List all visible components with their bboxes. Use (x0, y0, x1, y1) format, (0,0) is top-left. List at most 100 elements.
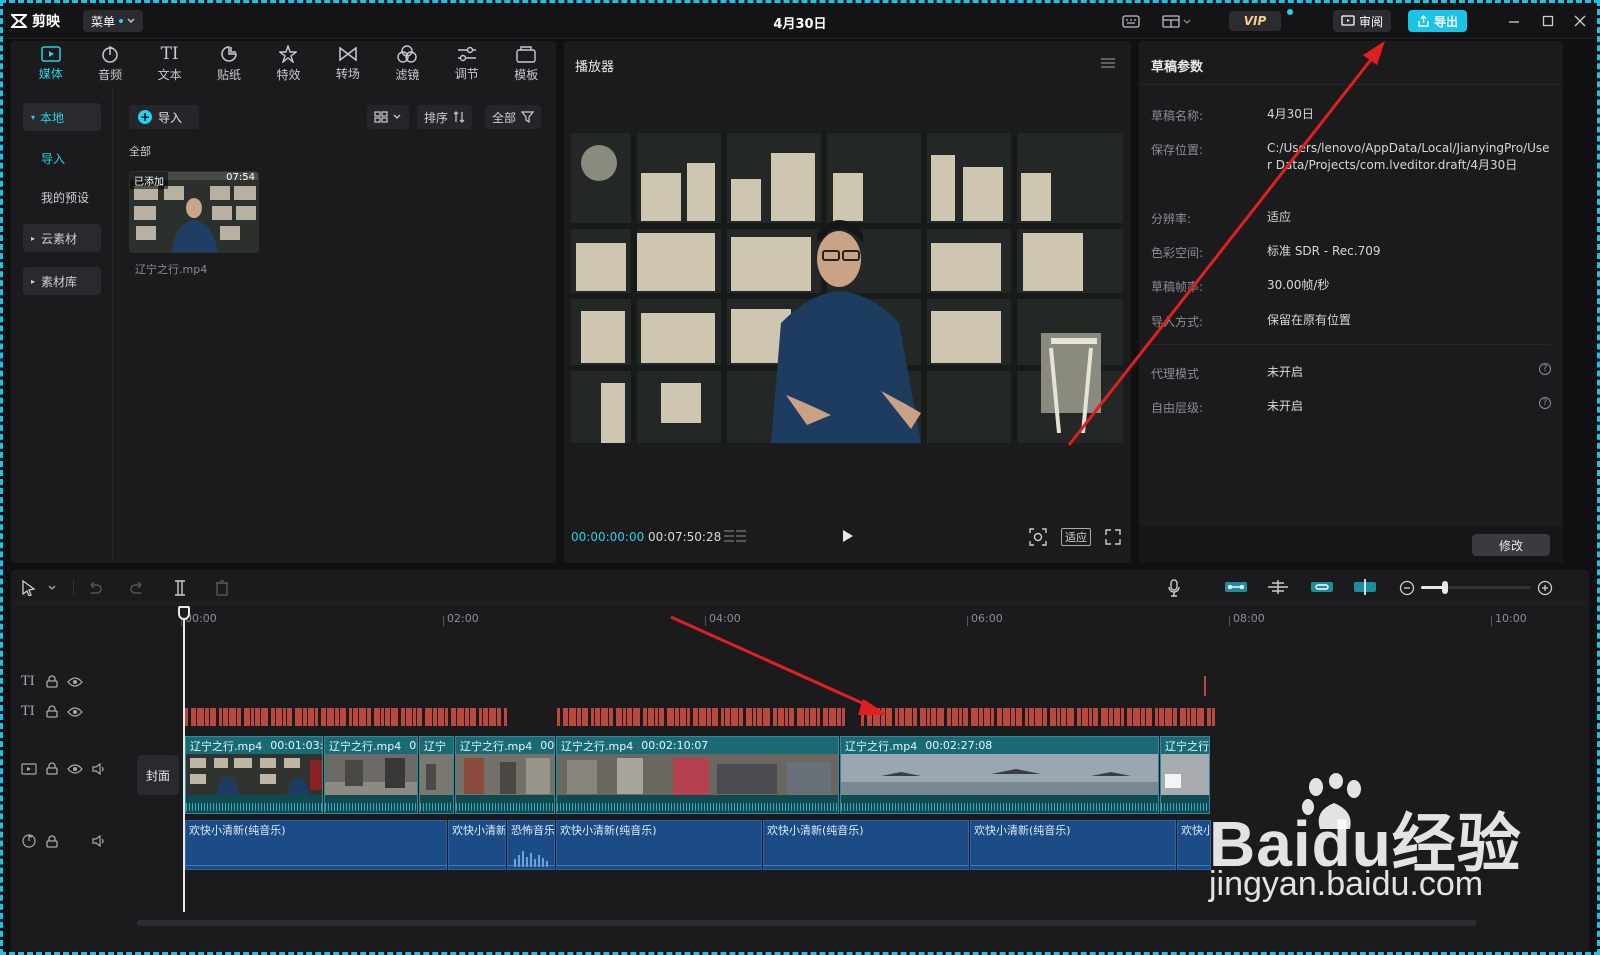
subtitle-clip[interactable] (778, 708, 784, 726)
subtitle-clip[interactable] (1207, 708, 1211, 726)
import-button[interactable]: + 导入 (129, 105, 199, 129)
subtitle-clip[interactable] (591, 708, 594, 726)
subtitle-clip[interactable] (757, 708, 762, 726)
subtitle-clip[interactable] (321, 708, 326, 726)
view-mode-button[interactable] (367, 105, 409, 129)
subtitle-clip[interactable] (1133, 708, 1140, 726)
lock-icon[interactable] (46, 675, 58, 688)
video-clip[interactable]: 辽宁之行.mp4 0 (324, 736, 418, 814)
subtitle-clip[interactable] (283, 708, 286, 726)
subtitle-clip[interactable] (413, 708, 416, 726)
subtitle-clip[interactable] (861, 708, 864, 726)
video-clip[interactable]: 辽宁之行.mp4 00: (455, 736, 555, 814)
nav-import[interactable]: 导入 (23, 144, 101, 172)
minimize-icon[interactable] (1503, 12, 1525, 30)
video-clip[interactable]: 辽宁之行.mp4 00:02:27:08 (840, 736, 1159, 814)
zoom-slider[interactable] (1421, 581, 1531, 594)
hamburger-menu-icon[interactable] (1101, 57, 1115, 69)
subtitle-clip[interactable] (979, 708, 983, 726)
subtitle-clip[interactable] (895, 708, 898, 726)
preview-axis-icon[interactable] (1353, 579, 1377, 595)
subtitle-clip[interactable] (1212, 708, 1215, 726)
menu-button[interactable]: 菜单 (83, 10, 144, 32)
nav-local[interactable]: ▾ 本地 (23, 103, 101, 131)
playhead-line[interactable] (183, 606, 185, 912)
subtitle-clip[interactable] (1082, 708, 1088, 726)
subtitle-clip[interactable] (1155, 708, 1158, 726)
video-clip[interactable]: 辽宁 (419, 736, 454, 814)
subtitle-clip[interactable] (731, 708, 738, 726)
tab-effects[interactable]: 特效 (259, 41, 318, 87)
subtitle-clip[interactable] (445, 708, 448, 726)
subtitle-clip[interactable] (659, 708, 664, 726)
subtitle-clip[interactable] (308, 708, 314, 726)
subtitle-clip[interactable] (1067, 708, 1074, 726)
select-cursor-icon[interactable] (21, 580, 37, 596)
subtitle-clip[interactable] (997, 708, 1002, 726)
subtitle-clip[interactable] (1141, 708, 1145, 726)
subtitle-clip[interactable] (1101, 708, 1108, 726)
help-icon[interactable]: ? (1539, 363, 1551, 375)
subtitle-clip[interactable] (185, 708, 188, 726)
subtitle-clip[interactable] (1197, 708, 1204, 726)
fullscreen-icon[interactable] (1105, 529, 1121, 545)
subtitle-clip[interactable] (255, 708, 260, 726)
cover-button[interactable]: 封面 (137, 755, 179, 795)
subtitle-clip[interactable] (1077, 708, 1081, 726)
subtitle-clip[interactable] (837, 708, 841, 726)
subtitle-clip[interactable] (739, 708, 743, 726)
lock-icon[interactable] (46, 762, 58, 775)
subtitle-clip[interactable] (633, 708, 640, 726)
zoom-slider-handle[interactable] (1442, 581, 1448, 594)
subtitle-clip[interactable] (1173, 708, 1177, 726)
zoom-in-icon[interactable] (1537, 580, 1553, 596)
subtitle-clip[interactable] (205, 708, 209, 726)
subtitle-clip[interactable] (984, 708, 990, 726)
subtitle-clip[interactable] (1035, 708, 1042, 726)
linkage-icon[interactable] (1310, 579, 1334, 595)
nav-cloud[interactable]: ▸ 云素材 (23, 224, 101, 252)
subtitle-clip[interactable] (1146, 708, 1152, 726)
subtitle-clip[interactable] (577, 708, 581, 726)
eye-icon[interactable] (67, 763, 83, 775)
screenshot-icon[interactable] (1029, 528, 1047, 546)
main-track-magnet-icon[interactable] (1224, 579, 1248, 595)
subtitle-clip[interactable] (229, 708, 236, 726)
subtitle-clip[interactable] (829, 708, 836, 726)
export-button[interactable]: 导出 (1408, 10, 1468, 32)
eye-icon[interactable] (67, 706, 83, 718)
subtitle-clip[interactable] (601, 708, 608, 726)
subtitle-clip[interactable] (223, 708, 228, 726)
subtitle-clip[interactable] (746, 708, 752, 726)
subtitle-clip[interactable] (451, 708, 456, 726)
subtitle-clip[interactable] (479, 708, 482, 726)
subtitle-clip[interactable] (563, 708, 568, 726)
subtitle-clip[interactable] (457, 708, 464, 726)
subtitle-clip[interactable] (1029, 708, 1034, 726)
eye-icon[interactable] (67, 676, 83, 688)
subtitle-clip[interactable] (763, 708, 770, 726)
subtitle-clip[interactable] (295, 708, 302, 726)
audio-clip[interactable]: 恐怖音乐 (507, 820, 555, 870)
subtitle-clip[interactable] (753, 708, 756, 726)
help-icon[interactable]: ? (1539, 397, 1551, 409)
subtitle-clip[interactable] (425, 708, 432, 726)
subtitle-clip[interactable] (261, 708, 268, 726)
subtitle-clip[interactable] (595, 708, 600, 726)
subtitle-clip[interactable] (315, 708, 318, 726)
delete-icon[interactable] (215, 580, 229, 596)
subtitle-clip[interactable] (197, 708, 204, 726)
subtitle-clip[interactable] (1114, 708, 1120, 726)
subtitle-clip[interactable] (609, 708, 613, 726)
subtitle-track[interactable] (185, 706, 1215, 728)
tab-media[interactable]: 媒体 (21, 41, 80, 87)
subtitle-clip[interactable] (1121, 708, 1124, 726)
play-icon[interactable] (841, 529, 855, 543)
tab-adjust[interactable]: 调节 (437, 41, 496, 87)
redo-icon[interactable] (129, 580, 145, 596)
subtitle-clip[interactable] (497, 708, 501, 726)
subtitle-clip[interactable] (1180, 708, 1186, 726)
subtitle-clip[interactable] (725, 708, 730, 726)
subtitle-clip[interactable] (569, 708, 576, 726)
subtitle-clip[interactable] (797, 708, 804, 726)
